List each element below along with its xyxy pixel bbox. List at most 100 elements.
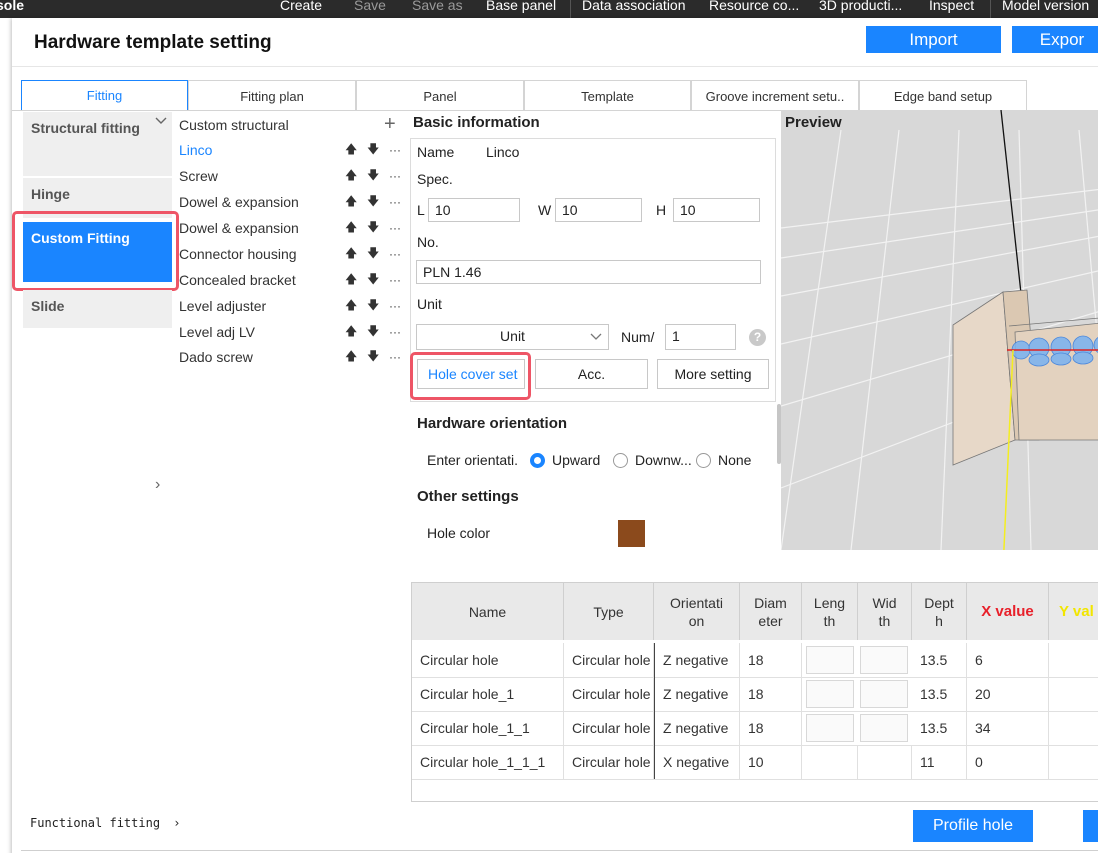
tab-fitting[interactable]: Fitting bbox=[21, 80, 188, 111]
table-cell[interactable]: Circular hole_1 bbox=[412, 677, 564, 711]
tab-template[interactable]: Template bbox=[524, 80, 691, 111]
list-item[interactable]: Linco bbox=[179, 137, 309, 163]
move-up-icon[interactable]: 🡅 bbox=[345, 140, 357, 161]
menu-3d-production[interactable]: 3D producti... bbox=[819, 0, 902, 13]
table-cell[interactable]: 13.5 bbox=[912, 677, 967, 711]
table-cell-empty[interactable] bbox=[802, 745, 858, 779]
move-down-icon[interactable]: 🡇 bbox=[367, 166, 379, 187]
length-cell-input[interactable] bbox=[806, 646, 854, 674]
more-icon[interactable]: ··· bbox=[389, 273, 401, 287]
menu-data-association[interactable]: Data association bbox=[582, 0, 686, 13]
move-down-icon[interactable]: 🡇 bbox=[367, 192, 379, 213]
length-cell-input[interactable] bbox=[806, 680, 854, 708]
radio-upward[interactable] bbox=[530, 453, 545, 468]
more-icon[interactable]: ··· bbox=[389, 299, 401, 313]
more-icon[interactable]: ··· bbox=[389, 169, 401, 183]
table-cell[interactable]: Z negative bbox=[654, 711, 740, 745]
table-cell[interactable]: Circular hole_1_1 bbox=[412, 711, 564, 745]
tab-fitting-plan[interactable]: Fitting plan bbox=[188, 80, 356, 111]
column-header-length[interactable]: Leng th bbox=[802, 583, 858, 640]
chevron-down-icon[interactable] bbox=[155, 115, 167, 129]
move-up-icon[interactable]: 🡅 bbox=[345, 270, 357, 291]
move-down-icon[interactable]: 🡇 bbox=[367, 296, 379, 317]
column-header-width[interactable]: Wid th bbox=[858, 583, 912, 640]
move-up-icon[interactable]: 🡅 bbox=[345, 296, 357, 317]
column-header-y-value[interactable]: Y val bbox=[1049, 583, 1098, 640]
menu-create[interactable]: Create bbox=[280, 0, 322, 13]
unit-select[interactable]: Unit bbox=[416, 324, 609, 350]
table-cell[interactable]: Z negative bbox=[654, 643, 740, 677]
chevron-right-icon[interactable]: › bbox=[155, 476, 160, 494]
menu-save[interactable]: Save bbox=[354, 0, 386, 13]
profile-hole-button[interactable]: Profile hole bbox=[913, 810, 1033, 842]
table-cell[interactable]: Circular hole bbox=[412, 643, 564, 677]
list-item[interactable]: Dado screw bbox=[179, 344, 309, 370]
move-down-icon[interactable]: 🡇 bbox=[367, 322, 379, 343]
table-cell[interactable]: Circular hole_1_1_1 bbox=[412, 745, 564, 779]
table-cell[interactable]: 13.5 bbox=[912, 711, 967, 745]
move-down-icon[interactable]: 🡇 bbox=[367, 244, 379, 265]
column-header-orientation[interactable]: Orientati on bbox=[654, 583, 740, 640]
more-icon[interactable]: ··· bbox=[389, 143, 401, 157]
table-cell[interactable]: 11 bbox=[912, 745, 967, 779]
more-setting-button[interactable]: More setting bbox=[657, 359, 769, 389]
menu-resource[interactable]: Resource co... bbox=[709, 0, 799, 13]
length-cell-input[interactable] bbox=[806, 714, 854, 742]
width-input[interactable]: 10 bbox=[555, 198, 642, 222]
table-cell-empty[interactable] bbox=[858, 745, 912, 779]
number-input[interactable]: PLN 1.46 bbox=[416, 260, 761, 284]
menu-inspect[interactable]: Inspect bbox=[929, 0, 974, 13]
num-input[interactable]: 1 bbox=[665, 324, 736, 350]
hole-color-swatch[interactable] bbox=[618, 520, 645, 547]
menu-model-version[interactable]: Model version bbox=[1002, 0, 1089, 13]
list-item[interactable]: Level adjuster bbox=[179, 293, 309, 319]
preview-viewport[interactable] bbox=[781, 110, 1098, 550]
move-down-icon[interactable]: 🡇 bbox=[367, 270, 379, 291]
more-icon[interactable]: ··· bbox=[389, 195, 401, 209]
more-icon[interactable]: ··· bbox=[389, 221, 401, 235]
move-up-icon[interactable]: 🡅 bbox=[345, 244, 357, 265]
import-button[interactable]: Import bbox=[866, 26, 1001, 53]
list-item[interactable]: Screw bbox=[179, 163, 309, 189]
table-cell[interactable]: Circular hole bbox=[564, 711, 654, 745]
move-up-icon[interactable]: 🡅 bbox=[345, 322, 357, 343]
acc-button[interactable]: Acc. bbox=[535, 359, 648, 389]
height-input[interactable]: 10 bbox=[673, 198, 760, 222]
more-icon[interactable]: ··· bbox=[389, 350, 401, 364]
tab-edge-band[interactable]: Edge band setup bbox=[859, 80, 1027, 111]
column-header-x-value[interactable]: X value bbox=[967, 583, 1049, 640]
width-cell-input[interactable] bbox=[860, 646, 908, 674]
table-cell[interactable]: 18 bbox=[740, 711, 802, 745]
help-icon[interactable]: ? bbox=[749, 329, 766, 346]
move-down-icon[interactable]: 🡇 bbox=[367, 218, 379, 239]
length-input[interactable]: 10 bbox=[428, 198, 520, 222]
width-cell-input[interactable] bbox=[860, 680, 908, 708]
next-button[interactable] bbox=[1083, 810, 1098, 842]
more-icon[interactable]: ··· bbox=[389, 247, 401, 261]
menu-save-as[interactable]: Save as bbox=[412, 0, 463, 13]
table-cell[interactable]: Circular hole bbox=[564, 643, 654, 677]
column-header-diameter[interactable]: Diam eter bbox=[740, 583, 802, 640]
table-cell[interactable]: 10 bbox=[740, 745, 802, 779]
table-cell[interactable]: X negative bbox=[654, 745, 740, 779]
category-structural-fitting[interactable]: Structural fitting bbox=[23, 112, 172, 176]
move-up-icon[interactable]: 🡅 bbox=[345, 192, 357, 213]
table-cell[interactable]: 18 bbox=[740, 677, 802, 711]
move-up-icon[interactable]: 🡅 bbox=[345, 166, 357, 187]
list-item[interactable]: Dowel & expansion bbox=[179, 215, 309, 241]
move-up-icon[interactable]: 🡅 bbox=[345, 218, 357, 239]
radio-downward[interactable] bbox=[613, 453, 628, 468]
more-icon[interactable]: ··· bbox=[389, 325, 401, 339]
list-item[interactable]: Concealed bracket bbox=[179, 267, 309, 293]
export-button[interactable]: Expor bbox=[1012, 26, 1098, 53]
tab-panel[interactable]: Panel bbox=[356, 80, 524, 111]
tab-groove-increment[interactable]: Groove increment setu.. bbox=[691, 80, 859, 111]
move-up-icon[interactable]: 🡅 bbox=[345, 347, 357, 368]
category-slide[interactable]: Slide bbox=[23, 290, 172, 328]
table-cell[interactable]: 18 bbox=[740, 643, 802, 677]
table-cell[interactable]: Z negative bbox=[654, 677, 740, 711]
column-header-name[interactable]: Name bbox=[412, 583, 564, 640]
table-cell[interactable]: 0 bbox=[967, 745, 1049, 779]
functional-fitting-link[interactable]: Functional fitting › bbox=[30, 816, 181, 830]
table-cell[interactable]: 20 bbox=[967, 677, 1049, 711]
